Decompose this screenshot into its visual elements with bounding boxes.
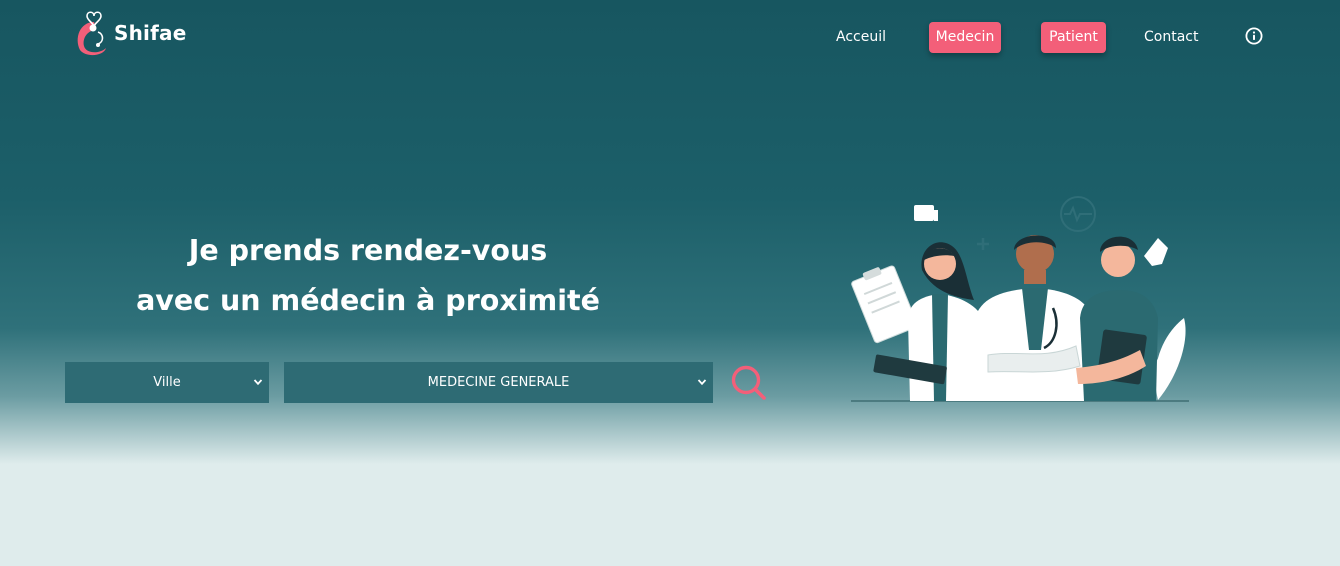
chevron-down-icon — [253, 379, 263, 386]
specialty-select-value: MEDECINE GENERALE — [427, 375, 570, 390]
specialty-select[interactable]: MEDECINE GENERALE — [284, 362, 713, 403]
city-select[interactable]: Ville — [65, 362, 269, 403]
info-circle-icon[interactable] — [1245, 27, 1263, 45]
city-select-value: Ville — [153, 375, 181, 390]
brand-name: Shifae — [114, 21, 187, 45]
hero-title-line-1: Je prends rendez-vous — [188, 234, 548, 267]
search-icon[interactable] — [730, 364, 768, 402]
hero-title: Je prends rendez-vous avec un médecin à … — [100, 226, 636, 326]
nav-button-medecin[interactable]: Medecin — [929, 22, 1001, 53]
nav-link-accueil[interactable]: Acceuil — [836, 22, 886, 53]
nav-link-contact[interactable]: Contact — [1144, 22, 1198, 53]
doctors-illustration — [851, 196, 1189, 402]
brand-logo[interactable]: Shifae — [72, 8, 186, 58]
nav-button-patient[interactable]: Patient — [1041, 22, 1106, 53]
navbar: Shifae Acceuil Medecin Patient Contact — [0, 0, 1340, 76]
logo-icon — [77, 11, 106, 56]
hero-title-line-2: avec un médecin à proximité — [136, 284, 600, 317]
chevron-down-icon — [697, 379, 707, 386]
